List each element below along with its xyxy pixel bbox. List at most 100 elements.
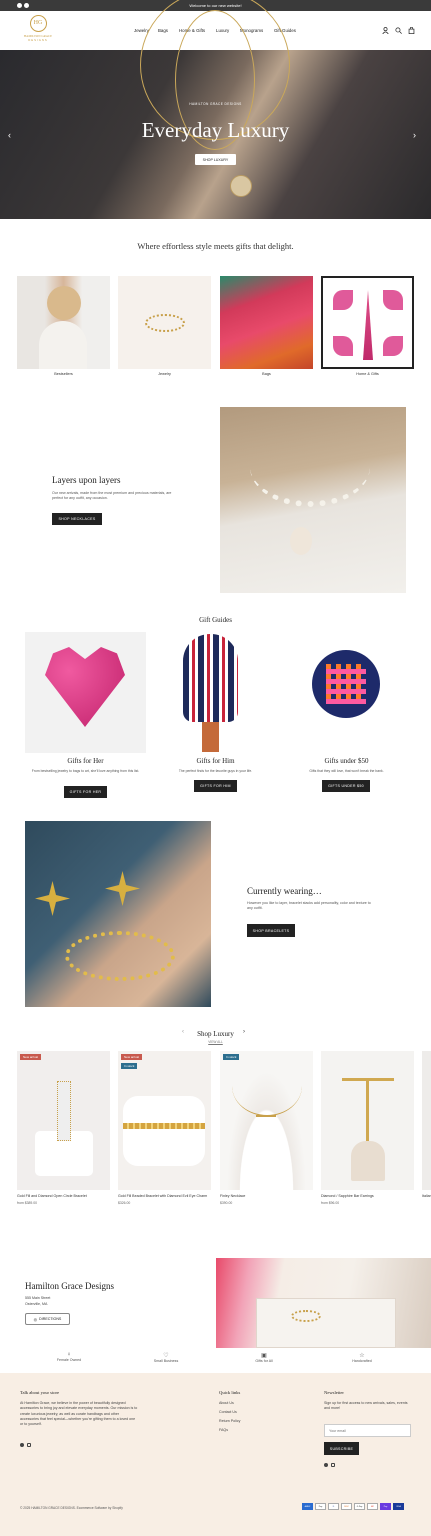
footer-link-contact[interactable]: Contact Us (219, 1410, 237, 1415)
new-arrival-badge: New arrival (121, 1054, 143, 1060)
layers-text: Our new arrivals, made from the most pre… (52, 491, 172, 501)
shop-luxury-heading: Shop Luxury (197, 1030, 234, 1038)
gift-her-image[interactable] (25, 632, 146, 753)
category-image-home-gifts[interactable] (321, 276, 414, 369)
product-title[interactable]: Gold Fill Beaded Bracelet with Diamond E… (118, 1194, 218, 1198)
discover-icon: DISC (341, 1503, 352, 1510)
shop-bracelets-button[interactable]: SHOP BRACELETS (247, 924, 295, 937)
footer-link-returns[interactable]: Return Policy (219, 1419, 240, 1424)
shop-pay-icon: Pay (380, 1503, 391, 1510)
butterfly-art (333, 290, 353, 310)
store-address-line-1: 555 Main Street (25, 1296, 51, 1300)
gift-under-50-text: Gifts that they will love, that won't br… (309, 769, 384, 773)
amex-icon: AMEX (302, 1503, 313, 1510)
beaded-bracelet-image (65, 931, 175, 981)
product-card-image[interactable] (118, 1051, 211, 1190)
newsletter-email-input[interactable] (324, 1424, 411, 1437)
category-image-bags[interactable] (220, 276, 313, 369)
product-title[interactable]: Finley Necklace (220, 1194, 320, 1198)
footer-newsletter-text: Sign up for first access to new arrivals… (324, 1401, 408, 1411)
jewelry-box-image (216, 1258, 431, 1348)
category-label-bestsellers[interactable]: Bestsellers (17, 372, 110, 376)
gift-her-text: From bestselling jewelry to bags to art,… (31, 769, 140, 773)
shop-luxury-button[interactable]: SHOP LUXURY (195, 154, 236, 165)
product-card-image[interactable] (321, 1051, 414, 1190)
wearing-title: Currently wearing… (247, 886, 322, 896)
store-title: Hamilton Grace Designs (25, 1281, 114, 1291)
bracelet-image (145, 314, 185, 332)
pendant-image (230, 175, 252, 197)
feature-handcrafted: ☆ Handcrafted (337, 1352, 387, 1363)
gifts-for-him-button[interactable]: GIFTS FOR HIM (194, 780, 237, 792)
pearl-necklace-image (250, 427, 370, 507)
footer-about-text: At Hamilton Grace, we believe in the pow… (20, 1401, 138, 1427)
footer-newsletter-heading: Newsletter (324, 1390, 344, 1395)
necklace-layers-image (220, 407, 406, 593)
gift-icon: ▣ (261, 1353, 267, 1359)
category-image-bestsellers[interactable] (17, 276, 110, 369)
starburst-charm-image (35, 881, 70, 916)
product-price: from $389.00 (17, 1201, 37, 1205)
product-card-image[interactable] (422, 1051, 431, 1190)
bracelet-pillow-image (123, 1096, 205, 1166)
carousel-next-arrow[interactable]: › (243, 1029, 245, 1035)
site-footer (0, 1373, 431, 1536)
instagram-icon[interactable] (331, 1463, 335, 1467)
butterfly-art (383, 290, 403, 310)
paddle-handle-image (202, 722, 219, 752)
footer-link-faqs[interactable]: FAQs (219, 1428, 228, 1433)
wearing-text: However you like to layer, bracelet stac… (247, 901, 371, 911)
payment-icons: AMEX Pay D DISC G Pay MC Pay VISA (302, 1503, 404, 1510)
category-image-jewelry[interactable] (118, 276, 211, 369)
starburst-charm-image (105, 871, 140, 906)
logo[interactable]: HG HAMILTON GRACE DESIGNS (17, 15, 59, 47)
search-icon[interactable] (395, 27, 402, 34)
product-title[interactable]: Gold Fill and Diamond Open Circle Bracel… (17, 1194, 117, 1198)
hero-title: Everyday Luxury (141, 118, 290, 142)
pickleball-paddle-image (183, 634, 238, 722)
instagram-icon[interactable] (27, 1443, 31, 1447)
gift-him-image[interactable] (155, 632, 276, 753)
star-icon: ☆ (359, 1353, 365, 1359)
category-label-bags[interactable]: Bags (220, 372, 313, 376)
gift-under-50-image[interactable] (286, 632, 407, 753)
footer-links-heading: Quick links (219, 1390, 241, 1395)
account-icon[interactable] (382, 27, 389, 34)
category-label-home-gifts[interactable]: Home & Gifts (321, 372, 414, 376)
bracelet-in-box-image (291, 1310, 321, 1322)
subscribe-button[interactable]: SUBSCRIBE (324, 1442, 359, 1455)
google-pay-icon: G Pay (354, 1503, 365, 1510)
gifts-under-50-button[interactable]: GIFTS UNDER $50 (322, 780, 370, 792)
facebook-icon[interactable] (324, 1463, 328, 1467)
facebook-icon[interactable] (20, 1443, 24, 1447)
directions-button[interactable]: ◎ DIRECTIONS (25, 1313, 70, 1325)
model-portrait (39, 321, 87, 369)
mastercard-icon: MC (367, 1503, 378, 1510)
shop-necklaces-button[interactable]: SHOP NECKLACES (52, 513, 102, 525)
view-all-link[interactable]: VIEW ALL (0, 1040, 431, 1044)
model-portrait (47, 286, 81, 320)
woven-pattern (326, 664, 366, 704)
coin-pouch-image (312, 650, 380, 718)
footer-link-about[interactable]: About Us (219, 1401, 234, 1406)
eiffel-tower-art (363, 290, 373, 360)
crystal-pendant-image (290, 527, 312, 555)
product-title[interactable]: Italian (422, 1194, 431, 1198)
beaded-bracelet-image (123, 1123, 205, 1129)
gift-him-text: The perfect finds for the favorite guys … (178, 769, 253, 773)
feature-female-owned: ♀ Female Owned (44, 1352, 94, 1362)
gift-her-title: Gifts for Her (67, 757, 104, 765)
product-card-image[interactable] (17, 1051, 110, 1190)
map-pin-icon: ◎ (33, 1316, 38, 1322)
gift-under-50-title: Gifts under $50 (324, 757, 369, 765)
cart-icon[interactable] (408, 27, 415, 34)
copyright-text: © 2025 HAMILTON GRACE DESIGNS. Ecommerce… (20, 1506, 123, 1510)
intro-heading: Where effortless style meets gifts that … (137, 241, 294, 251)
product-card-image[interactable] (220, 1051, 313, 1190)
gift-guides-heading: Gift Guides (199, 616, 232, 624)
product-title[interactable]: Diamond / Sapphire Bar Earrings (321, 1194, 421, 1198)
gifts-for-her-button[interactable]: GIFTS FOR HER (64, 786, 107, 798)
store-address-line-2: Osterville, MA (25, 1302, 48, 1306)
category-label-jewelry[interactable]: Jewelry (118, 372, 211, 376)
new-arrival-badge: New arrival (20, 1054, 42, 1060)
